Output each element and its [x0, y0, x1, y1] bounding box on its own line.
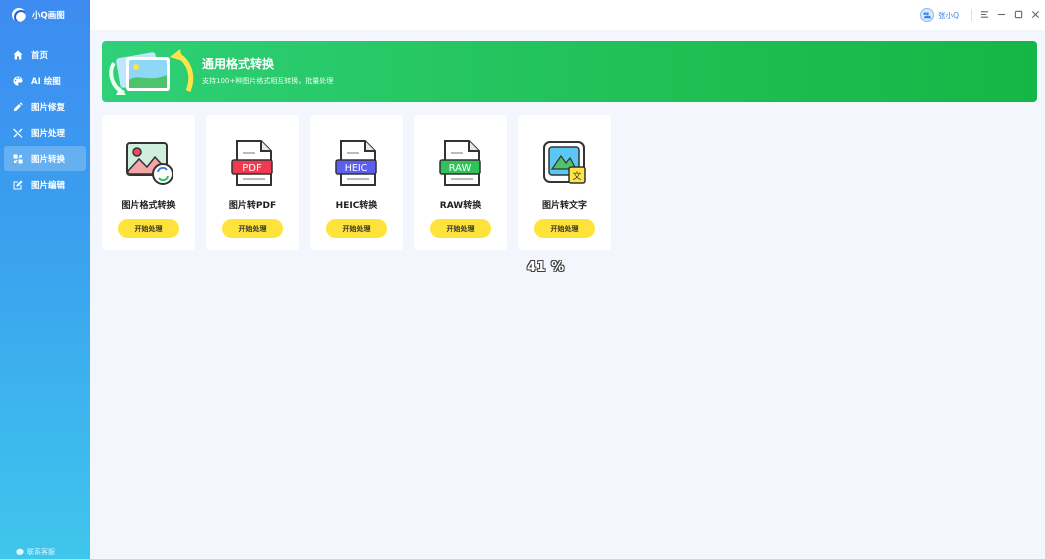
- menu-icon: [980, 10, 988, 18]
- repair-icon: [13, 101, 23, 112]
- card-title: 图片转PDF: [228, 201, 277, 211]
- card-image-format-convert[interactable]: 图片格式转换 开始处理: [102, 115, 195, 250]
- edit-icon: [13, 180, 23, 190]
- app-logo-icon: [12, 8, 26, 22]
- sidebar-item-label: AI 绘图: [31, 76, 61, 87]
- contact-support-link[interactable]: 联系客服: [16, 547, 55, 557]
- minimize-button[interactable]: [995, 8, 1007, 20]
- format-convert-banner: 通用格式转换 支持100+种图片格式相互转换，批量处理: [102, 41, 1037, 102]
- convert-icon: [13, 154, 23, 164]
- convert-images-illustration: [109, 49, 194, 95]
- banner-subtitle: 支持100+种图片格式相互转换，批量处理: [202, 77, 334, 85]
- contact-label: 联系客服: [27, 548, 55, 556]
- sidebar-item-convert[interactable]: 图片转换: [4, 146, 86, 171]
- sidebar-item-label: 图片修复: [31, 102, 66, 113]
- sidebar-item-repair[interactable]: 图片修复: [4, 94, 86, 119]
- maximize-button[interactable]: [1012, 8, 1024, 20]
- sidebar-nav: 首页 AI 绘图 图片修复 图片处理 图片转换 图片编辑: [0, 42, 90, 197]
- card-title: 图片转文字: [541, 201, 587, 211]
- titlebar-divider: [971, 9, 972, 21]
- title-bar: 张小Q: [90, 0, 1045, 30]
- pdf-file-icon: PDF: [231, 140, 273, 186]
- image-to-text-icon: 文: [543, 141, 586, 184]
- user-name: 张小Q: [938, 10, 959, 20]
- pdf-badge-label: PDF: [242, 163, 262, 174]
- sidebar-item-edit[interactable]: 图片编辑: [4, 172, 86, 197]
- card-title: HEIC转换: [335, 201, 378, 211]
- user-account[interactable]: 张小Q: [920, 8, 959, 22]
- start-button[interactable]: 开始处理: [222, 219, 283, 238]
- sidebar-item-label: 首页: [31, 50, 49, 61]
- maximize-icon: [1014, 10, 1022, 18]
- card-image-to-pdf[interactable]: PDF 图片转PDF 开始处理: [206, 115, 299, 250]
- close-button[interactable]: [1029, 8, 1041, 20]
- sidebar-item-label: 图片处理: [31, 128, 66, 139]
- app-brand: 小Q画图: [0, 0, 90, 30]
- minimize-icon: [997, 13, 1005, 15]
- start-button[interactable]: 开始处理: [430, 219, 491, 238]
- tool-cards: 图片格式转换 开始处理 PDF 图片转PDF 开始处理 HEIC HEIC转换 …: [102, 115, 611, 250]
- sidebar-item-label: 图片转换: [31, 154, 66, 165]
- home-icon: [13, 50, 23, 60]
- start-button[interactable]: 开始处理: [534, 219, 595, 238]
- heic-file-icon: HEIC: [335, 140, 377, 186]
- start-button[interactable]: 开始处理: [326, 219, 387, 238]
- tools-icon: [13, 128, 23, 138]
- close-icon: [1031, 10, 1039, 18]
- chat-icon: [16, 548, 24, 556]
- card-image-to-text[interactable]: 文 图片转文字 开始处理: [518, 115, 611, 250]
- card-title: 图片格式转换: [121, 201, 176, 211]
- text-badge-label: 文: [572, 170, 581, 182]
- banner-title: 通用格式转换: [202, 57, 275, 71]
- menu-button[interactable]: [978, 8, 990, 20]
- sidebar: 小Q画图 首页 AI 绘图 图片修复 图片处理 图片转换 图片编辑 联系客服: [0, 0, 90, 559]
- heic-badge-label: HEIC: [345, 163, 368, 174]
- sidebar-item-label: 图片编辑: [31, 180, 66, 191]
- card-title: RAW转换: [439, 201, 482, 211]
- raw-file-icon: RAW: [439, 140, 481, 186]
- progress-percentage: 41 %: [527, 260, 565, 275]
- sidebar-item-home[interactable]: 首页: [4, 42, 86, 67]
- sidebar-item-ai-draw[interactable]: AI 绘图: [4, 68, 86, 93]
- raw-badge-label: RAW: [449, 163, 472, 174]
- sidebar-item-process[interactable]: 图片处理: [4, 120, 86, 145]
- image-format-icon: [126, 142, 173, 185]
- start-button[interactable]: 开始处理: [118, 219, 179, 238]
- card-raw-convert[interactable]: RAW RAW转换 开始处理: [414, 115, 507, 250]
- palette-icon: [13, 76, 23, 86]
- app-name: 小Q画图: [32, 11, 65, 21]
- user-avatar-icon: [920, 8, 935, 22]
- card-heic-convert[interactable]: HEIC HEIC转换 开始处理: [310, 115, 403, 250]
